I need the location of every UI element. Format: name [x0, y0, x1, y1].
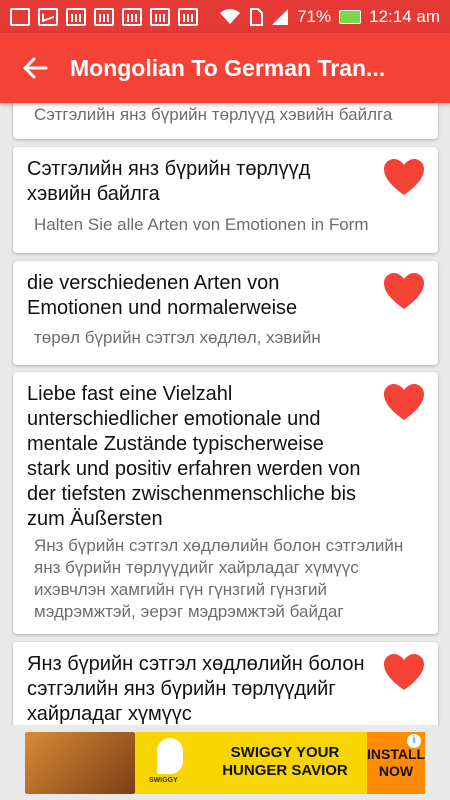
sim-icon	[250, 7, 264, 26]
phrase-source: die verschiedenen Arten von Emotionen un…	[27, 272, 298, 319]
phrase-card[interactable]: die verschiedenen Arten von Emotionen un…	[13, 261, 438, 365]
phrase-card[interactable]: Янз бүрийн сэтгэл хөдлөлийн болон сэтгэл…	[13, 642, 438, 725]
phrase-source: Liebe fast eine Vielzahl unterschiedlich…	[27, 383, 361, 530]
ad-banner[interactable]: SWIGGY SWIGGY YOUR HUNGER SAVIOR INSTALL…	[25, 732, 425, 794]
chart-app-icon	[150, 7, 170, 26]
phrase-translation: төрөл бүрийн сэтгэл хөдлөл, хэвийн	[34, 328, 321, 347]
chart-app-icon	[178, 7, 198, 26]
phrase-source: Янз бүрийн сэтгэл хөдлөлийн болон сэтгэл…	[27, 653, 365, 725]
phrase-translation: Halten Sie alle Arten von Emotionen in F…	[34, 215, 369, 234]
favorite-heart-icon[interactable]	[382, 271, 426, 311]
phrase-list[interactable]: Сэтгэлийн янз бүрийн төрлүүд хэвийн байл…	[0, 103, 450, 725]
gmail-icon	[38, 7, 58, 26]
status-bar: 71% 12:14 am	[0, 0, 450, 33]
signal-icon	[272, 8, 289, 25]
chart-app-icon	[122, 7, 142, 26]
app-bar: Mongolian To German Tran...	[0, 33, 450, 103]
phrase-source: Сэтгэлийн янз бүрийн төрлүүд хэвийн байл…	[27, 158, 311, 205]
ad-brand: SWIGGY	[149, 777, 178, 784]
favorite-heart-icon[interactable]	[382, 382, 426, 422]
phrase-card[interactable]: Liebe fast eine Vielzahl unterschiedlich…	[13, 372, 438, 634]
notification-icon	[10, 7, 30, 26]
swiggy-logo-icon	[157, 738, 183, 774]
phrase-card[interactable]: Сэтгэлийн янз бүрийн төрлүүд хэвийн байл…	[13, 103, 438, 139]
page-title: Mongolian To German Tran...	[70, 54, 386, 81]
ad-info-icon[interactable]: i	[407, 734, 421, 748]
back-button[interactable]	[0, 33, 70, 103]
phrase-card[interactable]: Сэтгэлийн янз бүрийн төрлүүд хэвийн байл…	[13, 147, 438, 253]
arrow-left-icon	[23, 57, 48, 79]
wifi-icon	[220, 8, 241, 24]
phrase-translation: Сэтгэлийн янз бүрийн төрлүүд хэвийн байл…	[34, 105, 393, 124]
food-image	[25, 732, 135, 794]
favorite-heart-icon[interactable]	[382, 157, 426, 197]
clock: 12:14 am	[369, 6, 440, 26]
favorite-heart-icon[interactable]	[382, 652, 426, 692]
battery-icon	[339, 9, 362, 24]
battery-percent: 71%	[297, 6, 332, 26]
phrase-translation: Янз бүрийн сэтгэл хөдлөлийн болон сэтгэл…	[34, 536, 404, 621]
ad-slogan: SWIGGY YOUR HUNGER SAVIOR	[222, 744, 348, 779]
chart-app-icon	[94, 7, 114, 26]
ad-middle: SWIGGY SWIGGY YOUR HUNGER SAVIOR	[135, 732, 367, 794]
chart-app-icon	[66, 7, 86, 26]
